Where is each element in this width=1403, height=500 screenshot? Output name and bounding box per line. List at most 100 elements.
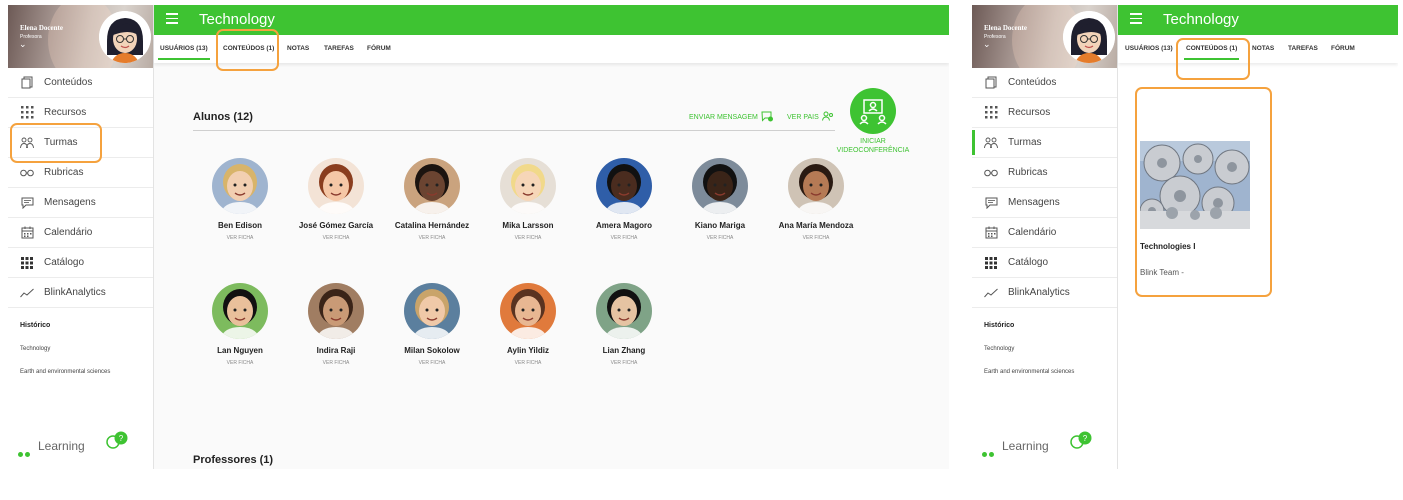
student-avatar xyxy=(788,158,844,214)
start-videoconference-button[interactable]: INICIAR VIDEOCONFERÊNCIA xyxy=(835,88,911,155)
sidebar-item-label: Mensagens xyxy=(1008,197,1060,208)
view-profile-link[interactable]: VER FICHA xyxy=(576,360,672,366)
sidebar-item-calendario[interactable]: Calendário xyxy=(8,218,153,248)
student-name: Kiano Mariga xyxy=(694,221,746,230)
view-profile-link[interactable]: VER FICHA xyxy=(384,360,480,366)
calendar-icon xyxy=(983,226,999,240)
help-chat-icon[interactable]: ? xyxy=(104,431,130,456)
classroom-users-screen: Elena Docente Profesora ⌄ Conteúdos Recu… xyxy=(8,5,949,469)
student-card[interactable]: Milan Sokolow VER FICHA xyxy=(384,283,480,366)
view-profile-link[interactable]: VER FICHA xyxy=(576,235,672,241)
sidebar-item-mensagens[interactable]: Mensagens xyxy=(8,188,153,218)
teachers-section-title: Professores (1) xyxy=(193,454,274,466)
tab-tarefas[interactable]: TAREFAS xyxy=(1288,45,1318,52)
history-item-technology[interactable]: Technology xyxy=(8,346,153,352)
student-card[interactable]: Catalina Hernández VER FICHA xyxy=(384,158,480,241)
learning-logo-dots xyxy=(982,444,996,462)
student-avatar xyxy=(212,283,268,339)
sidebar-item-catalogo[interactable]: Catálogo xyxy=(972,248,1117,278)
help-chat-icon[interactable]: ? xyxy=(1068,431,1094,456)
view-profile-link[interactable]: VER FICHA xyxy=(192,360,288,366)
student-avatar xyxy=(308,283,364,339)
student-card[interactable]: Aylin Yildiz VER FICHA xyxy=(480,283,576,366)
history-item-technology[interactable]: Technology xyxy=(972,346,1117,352)
tab-forum[interactable]: FÓRUM xyxy=(1331,45,1355,52)
view-profile-link[interactable]: VER FICHA xyxy=(768,235,864,241)
svg-text:?: ? xyxy=(119,434,124,443)
tab-tarefas[interactable]: TAREFAS xyxy=(324,45,354,52)
student-name: Mika Larsson xyxy=(502,221,554,230)
hamburger-menu-icon[interactable] xyxy=(1130,13,1142,24)
sidebar-item-rubricas[interactable]: Rubricas xyxy=(972,158,1117,188)
sidebar-item-turmas[interactable]: Turmas xyxy=(972,128,1117,158)
sidebar-profile-header[interactable]: Elena Docente Profesora ⌄ xyxy=(8,5,153,68)
student-card[interactable]: Lan Nguyen VER FICHA xyxy=(192,283,288,366)
sidebar-item-recursos[interactable]: Recursos xyxy=(972,98,1117,128)
sidebar-item-label: Rubricas xyxy=(44,167,84,178)
student-card[interactable]: Lian Zhang VER FICHA xyxy=(576,283,672,366)
videoconference-icon xyxy=(850,88,896,134)
see-parents-button[interactable]: VER PAIS xyxy=(787,111,834,123)
grid-icon xyxy=(983,256,999,270)
section-divider xyxy=(193,130,835,131)
sidebar-item-label: Mensagens xyxy=(44,197,96,208)
user-name: Elena Docente xyxy=(984,24,1027,32)
learning-logo-dots xyxy=(18,444,32,462)
hamburger-menu-icon[interactable] xyxy=(166,13,178,24)
svg-text:?: ? xyxy=(1083,434,1088,443)
tab-usuarios[interactable]: USUÁRIOS (13) xyxy=(1125,45,1173,52)
sidebar-item-conteudos[interactable]: Conteúdos xyxy=(8,68,153,98)
view-profile-link[interactable]: VER FICHA xyxy=(192,235,288,241)
student-card[interactable]: Indira Raji VER FICHA xyxy=(288,283,384,366)
history-item-earth-sciences[interactable]: Earth and environmental sciences xyxy=(972,369,1117,375)
view-profile-link[interactable]: VER FICHA xyxy=(288,235,384,241)
parents-icon xyxy=(821,111,834,123)
student-card[interactable]: Amera Magoro VER FICHA xyxy=(576,158,672,241)
sidebar-profile-header[interactable]: Elena Docente Profesora ⌄ xyxy=(972,5,1117,68)
student-card[interactable]: Mika Larsson VER FICHA xyxy=(480,158,576,241)
sidebar-item-label: Catálogo xyxy=(1008,257,1049,268)
avatar[interactable] xyxy=(1063,11,1115,63)
view-profile-link[interactable]: VER FICHA xyxy=(480,235,576,241)
message-icon xyxy=(761,111,773,124)
student-name: Amera Magoro xyxy=(595,221,652,230)
view-profile-link[interactable]: VER FICHA xyxy=(480,360,576,366)
send-message-button[interactable]: ENVIAR MENSAGEM xyxy=(689,111,773,124)
tab-notas[interactable]: NOTAS xyxy=(287,45,309,52)
sidebar-item-mensagens[interactable]: Mensagens xyxy=(972,188,1117,218)
videoconference-label: INICIAR VIDEOCONFERÊNCIA xyxy=(836,138,910,154)
sidebar-item-label: Rubricas xyxy=(1008,167,1048,178)
sidebar-item-label: BlinkAnalytics xyxy=(1008,287,1070,298)
student-avatar xyxy=(308,158,364,214)
sidebar-item-label: Calendário xyxy=(44,227,93,238)
sidebar-item-conteudos[interactable]: Conteúdos xyxy=(972,68,1117,98)
sidebar-item-blinkanalytics[interactable]: BlinkAnalytics xyxy=(8,278,153,308)
chevron-down-icon[interactable]: ⌄ xyxy=(19,39,27,50)
sidebar-footer: Learning ? xyxy=(982,431,1112,457)
highlight-content-card xyxy=(1135,87,1272,297)
view-profile-link[interactable]: VER FICHA xyxy=(672,235,768,241)
main-content xyxy=(154,63,949,469)
student-name: Lan Nguyen xyxy=(217,346,263,355)
tab-forum[interactable]: FÓRUM xyxy=(367,45,391,52)
tab-usuarios[interactable]: USUÁRIOS (13) xyxy=(158,45,210,60)
chevron-down-icon[interactable]: ⌄ xyxy=(983,39,991,50)
sidebar-item-blinkanalytics[interactable]: BlinkAnalytics xyxy=(972,278,1117,308)
tab-notas[interactable]: NOTAS xyxy=(1252,45,1274,52)
student-card[interactable]: Kiano Mariga VER FICHA xyxy=(672,158,768,241)
book-icon xyxy=(19,76,35,90)
learning-logo-label: Learning xyxy=(1002,439,1049,453)
sidebar-item-label: Catálogo xyxy=(44,257,85,268)
sidebar-item-calendario[interactable]: Calendário xyxy=(972,218,1117,248)
student-card[interactable]: José Gómez García VER FICHA xyxy=(288,158,384,241)
view-profile-link[interactable]: VER FICHA xyxy=(288,360,384,366)
avatar[interactable] xyxy=(99,11,151,63)
student-card[interactable]: Ben Edison VER FICHA xyxy=(192,158,288,241)
student-card[interactable]: Ana María Mendoza VER FICHA xyxy=(768,158,864,241)
analytics-icon xyxy=(19,286,35,300)
sidebar-nav: Conteúdos Recursos Turmas Rubricas Mensa… xyxy=(8,68,153,308)
sidebar-nav: Conteúdos Recursos Turmas Rubricas Mensa… xyxy=(972,68,1117,308)
sidebar-item-catalogo[interactable]: Catálogo xyxy=(8,248,153,278)
view-profile-link[interactable]: VER FICHA xyxy=(384,235,480,241)
history-item-earth-sciences[interactable]: Earth and environmental sciences xyxy=(8,369,153,375)
